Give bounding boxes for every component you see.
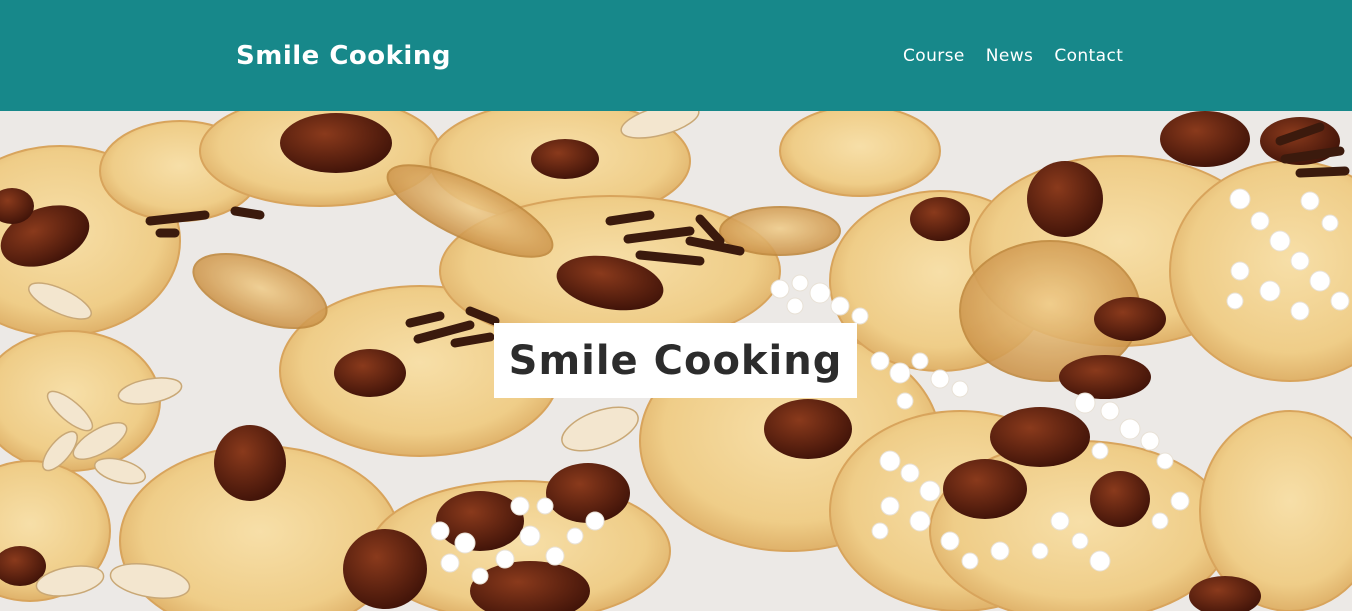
site-logo[interactable]: Smile Cooking	[236, 37, 451, 75]
nav-link-course[interactable]: Course	[903, 44, 965, 68]
nav-link-news[interactable]: News	[986, 44, 1034, 68]
hero-title: Smile Cooking	[508, 337, 843, 384]
site-header: Smile Cooking Course News Contact	[0, 0, 1352, 111]
hero-section: Smile Cooking	[0, 111, 1352, 611]
hero-title-box: Smile Cooking	[494, 323, 857, 398]
nav-link-contact[interactable]: Contact	[1054, 44, 1123, 68]
main-nav: Course News Contact	[903, 44, 1123, 68]
